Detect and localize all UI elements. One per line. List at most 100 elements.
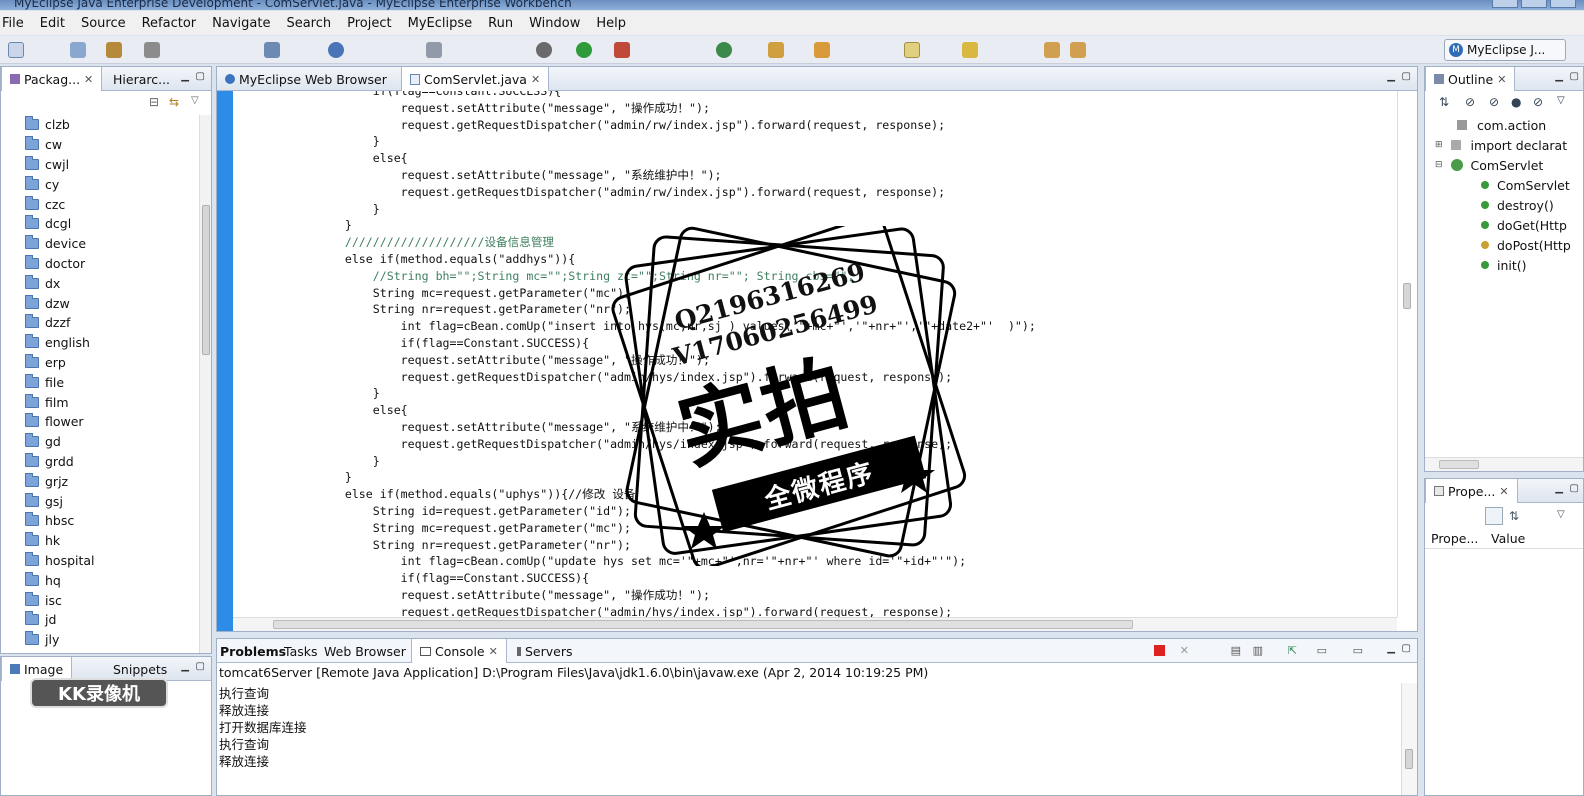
hide-local-types-icon[interactable]: ⊘ [1533,95,1543,109]
close-icon[interactable]: ✕ [1497,73,1506,86]
outline-imports[interactable]: ⊞ import declarat [1435,135,1567,155]
tree-item-erp[interactable]: erp [1,353,199,373]
collapse-all-icon[interactable]: ⊟ [149,95,159,109]
close-icon[interactable]: ✕ [84,73,93,86]
package-tree-scrollbar[interactable] [199,115,211,653]
menu-project[interactable]: Project [339,16,399,31]
deploy-icon[interactable] [106,42,122,58]
tree-item-cy[interactable]: cy [1,174,199,194]
close-icon[interactable]: ✕ [1499,485,1508,498]
tree-item-flower[interactable]: flower [1,412,199,432]
new-icon[interactable] [8,42,24,58]
minimize-view-icon[interactable]: ▁ [181,71,189,82]
tree-item-gd[interactable]: gd [1,432,199,452]
view-menu-icon[interactable]: ▽ [191,95,199,106]
server-icon[interactable] [264,42,280,58]
menu-navigate[interactable]: Navigate [204,16,278,31]
toggle-mark-icon[interactable] [904,42,920,58]
tab-web-browser[interactable]: MyEclipse Web Browser [217,67,395,91]
tree-item-czc[interactable]: czc [1,194,199,214]
tree-item-dzzf[interactable]: dzzf [1,313,199,333]
expand-icon[interactable]: ⊞ [1435,140,1443,150]
tab-tasks[interactable]: Tasks [281,639,321,663]
maximize-view-icon[interactable]: ▢ [1402,643,1411,654]
hide-nonpublic-icon[interactable]: ● [1511,95,1521,109]
tree-item-file[interactable]: file [1,372,199,392]
pin-console-icon[interactable]: ⇱ [1288,644,1297,657]
scroll-lock-icon[interactable]: ▥ [1253,644,1263,657]
outline-method-destroy[interactable]: destroy() [1481,195,1554,215]
menu-edit[interactable]: Edit [32,16,73,31]
minimize-view-icon[interactable]: ▁ [181,661,189,672]
tab-outline[interactable]: Outline ✕ [1425,67,1516,91]
tree-item-film[interactable]: film [1,392,199,412]
advanced-icon[interactable]: ⇅ [1509,509,1519,523]
tab-console[interactable]: Console ✕ [411,639,507,663]
outline-method-dopost[interactable]: doPost(Http [1481,235,1571,255]
open-type-icon[interactable] [768,42,784,58]
column-value[interactable]: Value [1491,531,1525,546]
outline-method-init[interactable]: init() [1481,255,1527,275]
display-console-icon[interactable]: ▭ [1317,644,1327,657]
new-class-icon[interactable] [716,42,732,58]
menu-search[interactable]: Search [278,16,339,31]
menu-help[interactable]: Help [588,16,634,31]
tree-item-grjz[interactable]: grjz [1,471,199,491]
minimize-view-icon[interactable]: ▁ [1387,71,1395,82]
close-icon[interactable]: ✕ [531,73,540,86]
external-tools-icon[interactable] [614,42,630,58]
remove-launch-icon[interactable]: ✕ [1180,644,1189,657]
clear-console-icon[interactable]: ▤ [1231,644,1241,657]
tree-item-english[interactable]: english [1,333,199,353]
menu-file[interactable]: File [2,16,32,31]
tree-item-doctor[interactable]: doctor [1,254,199,274]
menu-refactor[interactable]: Refactor [134,16,205,31]
editor-scrollbar[interactable] [1397,91,1417,617]
menu-myeclipse[interactable]: MyEclipse [400,16,481,31]
tree-item-dzw[interactable]: dzw [1,293,199,313]
tree-item-hospital[interactable]: hospital [1,551,199,571]
tree-item-jly[interactable]: jly [1,630,199,650]
debug-icon[interactable] [536,42,552,58]
tree-item-hq[interactable]: hq [1,570,199,590]
minimize-button[interactable] [1492,0,1518,8]
tab-web-browser-bottom[interactable]: Web Browser [321,639,409,663]
tab-hierarchy[interactable]: Hierarc... [105,67,178,91]
menu-run[interactable]: Run [480,16,521,31]
perspective-switcher[interactable]: M MyEclipse J... [1444,39,1566,61]
close-icon[interactable]: ✕ [489,645,498,658]
collapse-icon[interactable]: ⊟ [1435,160,1443,170]
scrollbar-thumb[interactable] [1439,460,1479,469]
scrollbar-thumb[interactable] [273,620,1133,629]
link-editor-icon[interactable]: ⇆ [169,95,179,109]
annotation-icon[interactable] [962,42,978,58]
tab-comservlet-java[interactable]: ComServlet.java ✕ [401,67,550,91]
scrollbar-thumb[interactable] [1403,283,1411,309]
open-console-icon[interactable]: ▭ [1353,644,1363,657]
hide-static-icon[interactable]: ⊘ [1489,95,1499,109]
scrollbar-thumb[interactable] [202,205,210,355]
tree-item-cw[interactable]: cw [1,135,199,155]
maximize-view-icon[interactable]: ▢ [1570,483,1579,494]
column-property[interactable]: Prope... [1431,531,1478,546]
view-menu-icon[interactable]: ▽ [1557,509,1565,520]
tab-problems[interactable]: Problems [217,639,289,663]
terminate-icon[interactable] [1154,645,1165,656]
tree-item-cwjl[interactable]: cwjl [1,155,199,175]
tree-item-grdd[interactable]: grdd [1,452,199,472]
forward-icon[interactable] [1070,42,1086,58]
tab-package-explorer[interactable]: Packag... ✕ [1,67,103,91]
sort-icon[interactable]: ⇅ [1439,95,1449,109]
minimize-view-icon[interactable]: ▁ [1555,483,1563,494]
tree-item-gsj[interactable]: gsj [1,491,199,511]
globe-icon[interactable] [328,42,344,58]
back-icon[interactable] [1044,42,1060,58]
categories-icon[interactable] [1485,507,1503,525]
tree-item-dcgl[interactable]: dcgl [1,214,199,234]
tree-item-hbsc[interactable]: hbsc [1,511,199,531]
maximize-view-icon[interactable]: ▢ [1402,71,1411,82]
tab-servers[interactable]: Servers [509,639,581,663]
maximize-view-icon[interactable]: ▢ [196,71,205,82]
scrollbar-thumb[interactable] [1405,749,1413,769]
maximize-button[interactable] [1521,0,1547,8]
